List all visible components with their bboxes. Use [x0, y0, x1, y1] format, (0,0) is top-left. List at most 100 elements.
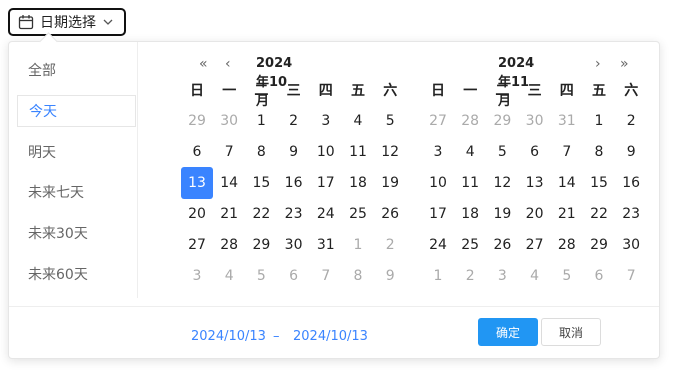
- day-cell[interactable]: 6: [583, 260, 615, 292]
- day-cell[interactable]: 4: [342, 105, 374, 137]
- day-cell[interactable]: 3: [310, 105, 342, 137]
- day-cell[interactable]: 8: [583, 136, 615, 168]
- day-cell[interactable]: 3: [181, 260, 213, 292]
- weekday-header: 日: [431, 83, 445, 99]
- shortcut-item[interactable]: 全部: [17, 54, 136, 86]
- day-cell[interactable]: 13: [519, 167, 551, 199]
- day-cell[interactable]: 5: [486, 136, 518, 168]
- shortcut-item[interactable]: 未来七天: [17, 176, 136, 208]
- prev-month-button[interactable]: ‹: [225, 56, 231, 72]
- day-cell[interactable]: 5: [551, 260, 583, 292]
- day-cell[interactable]: 14: [551, 167, 583, 199]
- day-cell[interactable]: 6: [181, 136, 213, 168]
- day-cell[interactable]: 17: [310, 167, 342, 199]
- shortcut-item[interactable]: 未来60天: [17, 258, 136, 290]
- confirm-button[interactable]: 确定: [478, 318, 538, 346]
- day-cell[interactable]: 24: [422, 229, 454, 261]
- day-cell[interactable]: 9: [374, 260, 406, 292]
- day-cell[interactable]: 19: [486, 198, 518, 230]
- day-cell[interactable]: 1: [422, 260, 454, 292]
- day-cell[interactable]: 6: [278, 260, 310, 292]
- day-cell[interactable]: 6: [519, 136, 551, 168]
- start-date-value: 2024/10/13: [191, 329, 266, 344]
- day-cell[interactable]: 10: [310, 136, 342, 168]
- day-cell[interactable]: 11: [342, 136, 374, 168]
- day-cell[interactable]: 29: [181, 105, 213, 137]
- date-picker-trigger[interactable]: 日期选择: [8, 8, 126, 36]
- day-cell[interactable]: 1: [583, 105, 615, 137]
- day-cell[interactable]: 9: [278, 136, 310, 168]
- day-cell[interactable]: 23: [615, 198, 647, 230]
- day-cell[interactable]: 9: [615, 136, 647, 168]
- day-cell[interactable]: 25: [342, 198, 374, 230]
- day-cell[interactable]: 29: [245, 229, 277, 261]
- day-cell[interactable]: 5: [374, 105, 406, 137]
- day-cell[interactable]: 2: [615, 105, 647, 137]
- day-cell[interactable]: 26: [486, 229, 518, 261]
- day-cell[interactable]: 31: [310, 229, 342, 261]
- day-cell[interactable]: 27: [519, 229, 551, 261]
- day-cell[interactable]: 30: [519, 105, 551, 137]
- next-year-button[interactable]: »: [620, 56, 629, 72]
- day-cell[interactable]: 22: [583, 198, 615, 230]
- day-cell[interactable]: 20: [519, 198, 551, 230]
- day-cell[interactable]: 28: [454, 105, 486, 137]
- day-cell[interactable]: 26: [374, 198, 406, 230]
- day-cell[interactable]: 3: [422, 136, 454, 168]
- day-cell[interactable]: 19: [374, 167, 406, 199]
- day-cell[interactable]: 29: [583, 229, 615, 261]
- day-cell[interactable]: 18: [454, 198, 486, 230]
- day-cell[interactable]: 2: [374, 229, 406, 261]
- day-cell[interactable]: 15: [245, 167, 277, 199]
- day-cell[interactable]: 8: [342, 260, 374, 292]
- day-cell[interactable]: 31: [551, 105, 583, 137]
- day-cell[interactable]: 18: [342, 167, 374, 199]
- day-cell[interactable]: 12: [486, 167, 518, 199]
- day-cell[interactable]: 10: [422, 167, 454, 199]
- day-cell[interactable]: 16: [615, 167, 647, 199]
- day-cell[interactable]: 27: [181, 229, 213, 261]
- prev-year-button[interactable]: «: [199, 56, 208, 72]
- day-cell[interactable]: 20: [181, 198, 213, 230]
- shortcut-item[interactable]: 未来30天: [17, 217, 136, 249]
- day-cell[interactable]: 16: [278, 167, 310, 199]
- day-cell[interactable]: 23: [278, 198, 310, 230]
- day-cell[interactable]: 30: [615, 229, 647, 261]
- day-cell[interactable]: 25: [454, 229, 486, 261]
- next-month-button[interactable]: ›: [595, 56, 601, 72]
- shortcut-item[interactable]: 今天: [17, 94, 136, 127]
- day-cell[interactable]: 4: [519, 260, 551, 292]
- cancel-button[interactable]: 取消: [541, 318, 601, 346]
- day-cell[interactable]: 5: [245, 260, 277, 292]
- day-cell[interactable]: 21: [551, 198, 583, 230]
- day-cell[interactable]: 24: [310, 198, 342, 230]
- weekday-header: 五: [351, 83, 365, 99]
- day-cell[interactable]: 14: [213, 167, 245, 199]
- day-cell[interactable]: 11: [454, 167, 486, 199]
- day-cell[interactable]: 29: [486, 105, 518, 137]
- day-cell[interactable]: 2: [454, 260, 486, 292]
- day-cell[interactable]: 1: [245, 105, 277, 137]
- day-cell[interactable]: 8: [245, 136, 277, 168]
- day-cell[interactable]: 7: [213, 136, 245, 168]
- day-cell[interactable]: 12: [374, 136, 406, 168]
- day-cell[interactable]: 13: [181, 166, 213, 199]
- day-cell[interactable]: 7: [551, 136, 583, 168]
- day-cell[interactable]: 22: [245, 198, 277, 230]
- day-cell[interactable]: 17: [422, 198, 454, 230]
- day-cell[interactable]: 2: [278, 105, 310, 137]
- day-cell[interactable]: 27: [422, 105, 454, 137]
- day-cell[interactable]: 1: [342, 229, 374, 261]
- day-cell[interactable]: 7: [310, 260, 342, 292]
- day-cell[interactable]: 28: [551, 229, 583, 261]
- day-cell[interactable]: 15: [583, 167, 615, 199]
- shortcut-item[interactable]: 明天: [17, 136, 136, 168]
- day-cell[interactable]: 30: [278, 229, 310, 261]
- day-cell[interactable]: 4: [213, 260, 245, 292]
- day-cell[interactable]: 21: [213, 198, 245, 230]
- day-cell[interactable]: 7: [615, 260, 647, 292]
- day-cell[interactable]: 30: [213, 105, 245, 137]
- day-cell[interactable]: 28: [213, 229, 245, 261]
- day-cell[interactable]: 3: [486, 260, 518, 292]
- day-cell[interactable]: 4: [454, 136, 486, 168]
